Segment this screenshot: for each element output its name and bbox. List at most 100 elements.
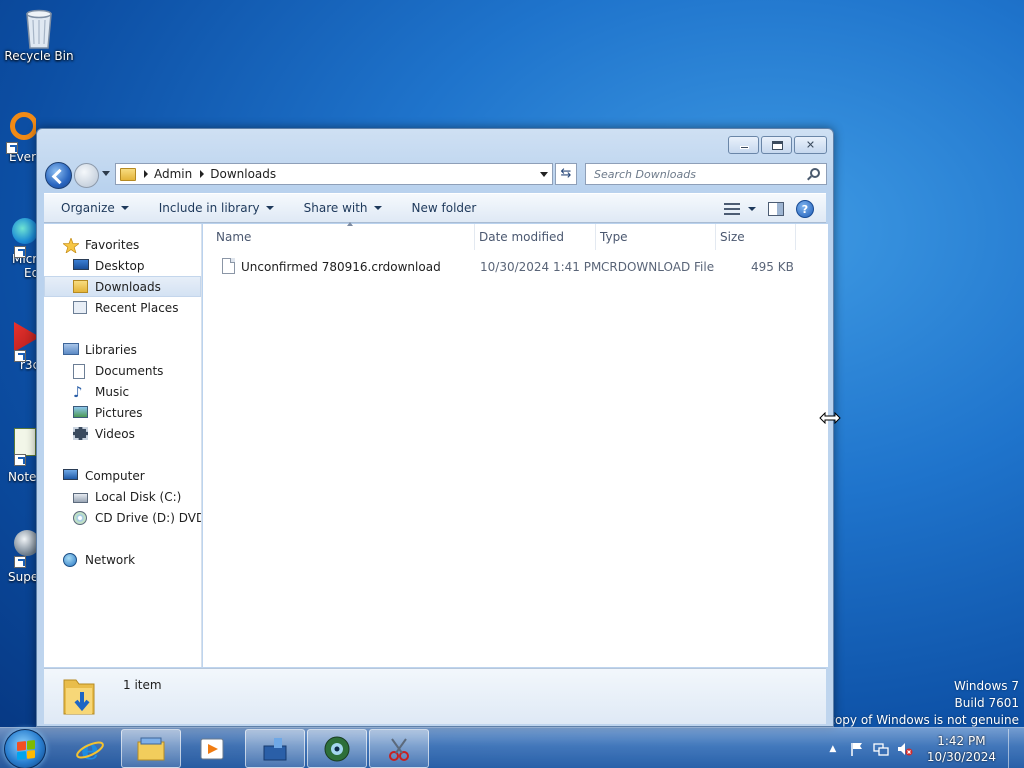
- maximize-button[interactable]: [761, 136, 792, 154]
- organize-button[interactable]: Organize: [61, 201, 129, 215]
- nav-item-computer[interactable]: Computer: [44, 465, 201, 486]
- recycle-bin-icon: [19, 6, 59, 49]
- taskbar-windows-explorer[interactable]: [121, 729, 181, 768]
- column-header-name[interactable]: Name: [212, 222, 475, 250]
- nav-item-libraries[interactable]: Libraries: [44, 339, 201, 360]
- nav-item-cd-drive[interactable]: CD Drive (D:) DVD2 ›: [44, 507, 201, 528]
- everything-app-icon: [6, 112, 36, 154]
- file-list[interactable]: Name Date modified Type Size Unconfirmed…: [203, 222, 828, 667]
- taskbar-internet-explorer[interactable]: e: [60, 729, 120, 768]
- file-icon: [222, 258, 235, 274]
- internet-explorer-icon: e: [75, 733, 105, 766]
- start-button[interactable]: [4, 729, 46, 768]
- chevron-down-icon: [265, 206, 274, 210]
- desktop-icon-r3c[interactable]: r3c: [0, 322, 36, 372]
- include-in-library-button[interactable]: Include in library: [159, 201, 274, 215]
- file-name[interactable]: Unconfirmed 780916.crdownload: [241, 260, 441, 274]
- preview-pane-icon[interactable]: [768, 202, 784, 216]
- clock-time: 1:42 PM: [937, 733, 986, 748]
- shortcut-arrow-icon: [14, 246, 26, 258]
- clock[interactable]: 1:42 PM 10/30/2024: [927, 733, 996, 765]
- desktop-icon-recycle-bin[interactable]: Recycle Bin: [4, 6, 74, 63]
- share-with-button[interactable]: Share with: [304, 201, 382, 215]
- forward-button[interactable]: [74, 163, 99, 188]
- computer-icon: [63, 468, 79, 483]
- view-options-dropdown[interactable]: [748, 207, 756, 211]
- downloads-folder-icon: [120, 167, 136, 181]
- volume-muted-icon[interactable]: [897, 741, 913, 757]
- edge-label-line2: Ed: [24, 266, 36, 280]
- desktop-icon-microsoft-edge[interactable]: Micr Ed: [0, 218, 36, 280]
- address-bar[interactable]: Admin Downloads: [115, 163, 553, 185]
- music-note-icon: ♪: [73, 382, 83, 401]
- windows-edition-text: Windows 7: [953, 679, 1019, 693]
- svg-text:e: e: [81, 734, 99, 764]
- show-desktop-button[interactable]: [1008, 728, 1018, 768]
- nav-item-music[interactable]: ♪ Music: [44, 381, 201, 402]
- breadcrumb-downloads[interactable]: Downloads: [210, 167, 276, 181]
- caption-buttons: ✕: [728, 136, 827, 154]
- notepad-label: Note: [8, 470, 36, 484]
- desktop-icon-super[interactable]: Supe: [0, 530, 36, 584]
- recent-pages-dropdown[interactable]: [102, 171, 110, 176]
- nav-item-local-disk[interactable]: Local Disk (C:): [44, 486, 201, 507]
- search-placeholder: Search Downloads: [594, 168, 696, 181]
- nav-item-favorites[interactable]: Favorites: [44, 234, 201, 255]
- nav-item-videos[interactable]: Videos: [44, 423, 201, 444]
- change-view-icon[interactable]: [724, 203, 740, 215]
- taskbar-app-installer[interactable]: [245, 729, 305, 768]
- minimize-button[interactable]: [728, 136, 759, 154]
- taskbar-media-player[interactable]: [182, 729, 242, 768]
- desktop-icon-notepad[interactable]: Note: [0, 428, 36, 484]
- breadcrumb-admin[interactable]: Admin: [154, 167, 192, 181]
- desktop-icon-everything[interactable]: Every: [0, 112, 36, 164]
- local-disk-label: Local Disk (C:): [95, 489, 182, 504]
- videos-icon: [73, 426, 89, 441]
- back-button[interactable]: [45, 162, 72, 189]
- column-header-date-modified[interactable]: Date modified: [475, 224, 596, 250]
- breadcrumb-separator-icon[interactable]: [200, 170, 205, 178]
- edge-icon: [12, 218, 36, 258]
- refresh-button[interactable]: ⇆: [555, 163, 577, 185]
- nav-item-recent-places[interactable]: Recent Places: [44, 297, 201, 318]
- nav-item-desktop[interactable]: Desktop: [44, 255, 201, 276]
- nav-item-documents[interactable]: Documents: [44, 360, 201, 381]
- downloads-folder-icon: [73, 279, 89, 294]
- search-icon[interactable]: [810, 168, 820, 178]
- libraries-icon: [63, 342, 79, 357]
- folder-library-icon: [136, 734, 166, 764]
- show-hidden-icons-chevron[interactable]: ▲: [825, 741, 841, 757]
- nav-item-network[interactable]: Network: [44, 549, 201, 570]
- minimize-icon: [740, 146, 749, 149]
- pictures-label: Pictures: [95, 405, 143, 420]
- action-center-flag-icon[interactable]: [849, 741, 865, 757]
- taskbar-snipping-tool[interactable]: [369, 729, 429, 768]
- shortcut-arrow-icon: [14, 556, 26, 568]
- explorer-window[interactable]: ✕ Admin Downloads ⇆ Search Downloads Org…: [36, 128, 834, 727]
- share-with-label: Share with: [303, 201, 368, 215]
- cd-drive-label: CD Drive (D:) DVD2 ›: [95, 510, 201, 525]
- search-input[interactable]: Search Downloads: [585, 163, 827, 185]
- desktop-label: Desktop: [95, 258, 145, 273]
- address-history-dropdown[interactable]: [540, 172, 548, 177]
- scissors-icon: [384, 734, 414, 764]
- nav-item-downloads[interactable]: Downloads: [44, 276, 201, 297]
- new-folder-button[interactable]: New folder: [412, 201, 477, 215]
- nav-item-pictures[interactable]: Pictures: [44, 402, 201, 423]
- desktop-icon: [73, 258, 89, 273]
- resize-cursor-icon: [819, 411, 841, 425]
- eye-app-icon: [322, 734, 352, 764]
- clock-date: 10/30/2024: [926, 749, 996, 764]
- breadcrumb-separator-icon[interactable]: [144, 170, 148, 178]
- organize-label: Organize: [61, 201, 115, 215]
- column-header-type[interactable]: Type: [596, 224, 716, 250]
- chevron-down-icon: [120, 206, 129, 210]
- close-button[interactable]: ✕: [794, 136, 827, 154]
- computer-label: Computer: [85, 468, 145, 483]
- network-status-icon[interactable]: [873, 741, 889, 757]
- taskbar-screen-app[interactable]: [307, 729, 367, 768]
- help-icon[interactable]: ?: [796, 200, 814, 218]
- documents-icon: [73, 363, 89, 379]
- chevron-down-icon: [373, 206, 382, 210]
- column-header-size[interactable]: Size: [716, 224, 796, 250]
